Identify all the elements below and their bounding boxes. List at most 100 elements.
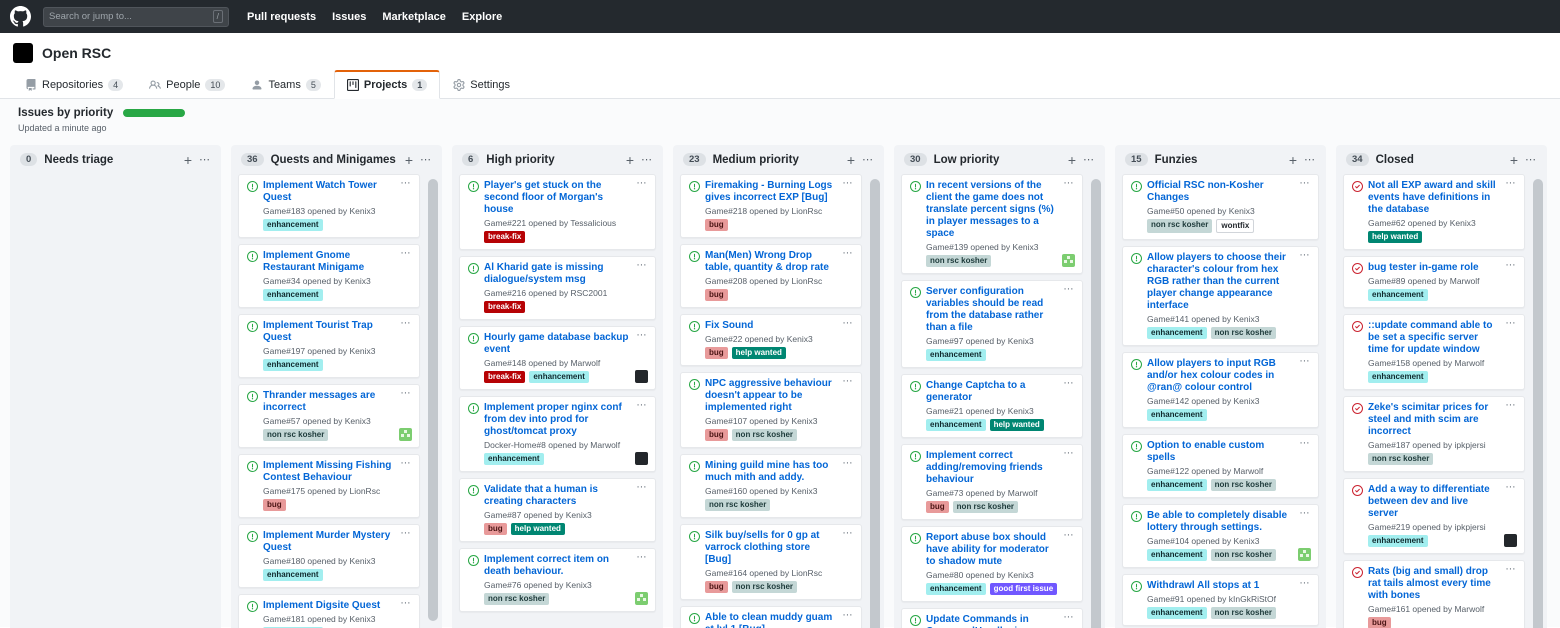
add-card-icon[interactable]: + <box>1289 154 1297 166</box>
tab-repositories[interactable]: Repositories 4 <box>12 71 136 99</box>
card-menu-icon[interactable]: ⋯ <box>1506 320 1517 328</box>
card-menu-icon[interactable]: ⋯ <box>637 180 648 188</box>
column-menu-icon[interactable]: ⋯ <box>641 153 653 166</box>
card-menu-icon[interactable]: ⋯ <box>1300 180 1311 188</box>
issue-card[interactable]: Implement Digsite Quest ⋯ Game#181 opene… <box>238 594 420 628</box>
issue-card[interactable]: Validate that a human is creating charac… <box>459 478 656 542</box>
issue-card[interactable]: Implement proper nginx conf from dev int… <box>459 396 656 472</box>
issue-title-link[interactable]: Silk buy/sells for 0 gp at varrock cloth… <box>705 530 838 566</box>
issue-card[interactable]: bug tester in-game role ⋯ Game#89 opened… <box>1343 256 1525 308</box>
issue-title-link[interactable]: Able to clean muddy guam at lvl 1 [Bug] <box>705 612 838 628</box>
issue-title-link[interactable]: Not all EXP award and skill events have … <box>1368 180 1501 216</box>
card-menu-icon[interactable]: ⋯ <box>843 460 854 468</box>
nav-marketplace[interactable]: Marketplace <box>382 11 446 23</box>
issue-title-link[interactable]: Implement proper nginx conf from dev int… <box>484 402 632 438</box>
issue-card[interactable]: ::update command able to be set a specif… <box>1343 314 1525 390</box>
issue-card[interactable]: Implement Murder Mystery Quest ⋯ Game#18… <box>238 524 420 588</box>
scrollbar-thumb[interactable] <box>870 179 880 628</box>
card-menu-icon[interactable]: ⋯ <box>1064 286 1075 294</box>
issue-card[interactable]: Firemaking - Burning Logs gives incorrec… <box>680 174 862 238</box>
card-menu-icon[interactable]: ⋯ <box>1506 262 1517 270</box>
column-menu-icon[interactable]: ⋯ <box>1525 153 1537 166</box>
issue-card[interactable]: Implement Missing Fishing Contest Behavi… <box>238 454 420 518</box>
card-menu-icon[interactable]: ⋯ <box>637 262 648 270</box>
issue-title-link[interactable]: bug tester in-game role <box>1368 262 1501 274</box>
card-menu-icon[interactable]: ⋯ <box>401 180 412 188</box>
issue-title-link[interactable]: Implement Gnome Restaurant Minigame <box>263 250 396 274</box>
card-menu-icon[interactable]: ⋯ <box>401 530 412 538</box>
issue-title-link[interactable]: Fix Sound <box>705 320 838 332</box>
issue-title-link[interactable]: Allow players to input RGB and/or hex co… <box>1147 358 1295 394</box>
issue-card[interactable]: NPC aggressive behaviour doesn't appear … <box>680 372 862 448</box>
issue-card[interactable]: Allow players to input RGB and/or hex co… <box>1122 352 1319 428</box>
issue-title-link[interactable]: Add a way to differentiate between dev a… <box>1368 484 1501 520</box>
card-menu-icon[interactable]: ⋯ <box>1064 614 1075 622</box>
card-menu-icon[interactable]: ⋯ <box>843 180 854 188</box>
card-menu-icon[interactable]: ⋯ <box>637 332 648 340</box>
issue-title-link[interactable]: Zeke's scimitar prices for steel and mit… <box>1368 402 1501 438</box>
issue-card[interactable]: In recent versions of the client the gam… <box>901 174 1083 274</box>
issue-card[interactable]: Rats (big and small) drop rat tails almo… <box>1343 560 1525 628</box>
issue-card[interactable]: Man(Men) Wrong Drop table, quantity & dr… <box>680 244 862 308</box>
issue-title-link[interactable]: ::update command able to be set a specif… <box>1368 320 1501 356</box>
issue-card[interactable]: Not all EXP award and skill events have … <box>1343 174 1525 250</box>
issue-title-link[interactable]: Option to enable custom spells <box>1147 440 1295 464</box>
issue-card[interactable]: Server configuration variables should be… <box>901 280 1083 368</box>
issue-card[interactable]: Fix Sound ⋯ Game#22 opened by Kenix3 bug… <box>680 314 862 366</box>
issue-title-link[interactable]: Allow players to choose their character'… <box>1147 252 1295 312</box>
card-menu-icon[interactable]: ⋯ <box>1300 252 1311 260</box>
add-card-icon[interactable]: + <box>847 154 855 166</box>
card-menu-icon[interactable]: ⋯ <box>1506 566 1517 574</box>
issue-card[interactable]: Allow players to choose their character'… <box>1122 246 1319 346</box>
issue-card[interactable]: Player's get stuck on the second floor o… <box>459 174 656 250</box>
issue-card[interactable]: Thrander messages are incorrect ⋯ Game#5… <box>238 384 420 448</box>
card-menu-icon[interactable]: ⋯ <box>1064 180 1075 188</box>
scrollbar-thumb[interactable] <box>428 179 438 621</box>
issue-card[interactable]: Able to clean muddy guam at lvl 1 [Bug] … <box>680 606 862 628</box>
issue-title-link[interactable]: Hourly game database backup event <box>484 332 632 356</box>
column-menu-icon[interactable]: ⋯ <box>1304 153 1316 166</box>
issue-title-link[interactable]: Implement correct item on death behaviou… <box>484 554 632 578</box>
issue-card[interactable]: Implement correct adding/removing friend… <box>901 444 1083 520</box>
issue-title-link[interactable]: Validate that a human is creating charac… <box>484 484 632 508</box>
issue-card[interactable]: Update Commands in CommandHandler.java ⋯… <box>901 608 1083 628</box>
card-menu-icon[interactable]: ⋯ <box>401 320 412 328</box>
issue-title-link[interactable]: Change Captcha to a generator <box>926 380 1059 404</box>
issue-card[interactable]: Silk buy/sells for 0 gp at varrock cloth… <box>680 524 862 600</box>
card-menu-icon[interactable]: ⋯ <box>1300 440 1311 448</box>
card-menu-icon[interactable]: ⋯ <box>1300 358 1311 366</box>
issue-title-link[interactable]: Withdrawl All stops at 1 <box>1147 580 1295 592</box>
card-menu-icon[interactable]: ⋯ <box>1506 484 1517 492</box>
issue-title-link[interactable]: Implement Tourist Trap Quest <box>263 320 396 344</box>
issue-card[interactable]: Implement Gnome Restaurant Minigame ⋯ Ga… <box>238 244 420 308</box>
issue-card[interactable]: Report abuse box should have ability for… <box>901 526 1083 602</box>
issue-card[interactable]: Add a way to differentiate between dev a… <box>1343 478 1525 554</box>
column-menu-icon[interactable]: ⋯ <box>420 153 432 166</box>
card-menu-icon[interactable]: ⋯ <box>1300 510 1311 518</box>
issue-card[interactable]: Hourly game database backup event ⋯ Game… <box>459 326 656 390</box>
issue-card[interactable]: Implement correct item on death behaviou… <box>459 548 656 612</box>
column-menu-icon[interactable]: ⋯ <box>199 153 211 166</box>
issue-card[interactable]: Mining guild mine has too much mith and … <box>680 454 862 518</box>
issue-title-link[interactable]: Man(Men) Wrong Drop table, quantity & dr… <box>705 250 838 274</box>
card-menu-icon[interactable]: ⋯ <box>637 554 648 562</box>
issue-title-link[interactable]: Report abuse box should have ability for… <box>926 532 1059 568</box>
card-menu-icon[interactable]: ⋯ <box>401 250 412 258</box>
nav-pull-requests[interactable]: Pull requests <box>247 11 316 23</box>
card-menu-icon[interactable]: ⋯ <box>401 600 412 608</box>
global-search[interactable]: / <box>43 7 229 27</box>
search-input[interactable] <box>49 11 209 22</box>
add-card-icon[interactable]: + <box>184 154 192 166</box>
card-menu-icon[interactable]: ⋯ <box>401 390 412 398</box>
issue-title-link[interactable]: In recent versions of the client the gam… <box>926 180 1059 240</box>
tab-people[interactable]: People 10 <box>136 71 238 99</box>
issue-title-link[interactable]: Implement Digsite Quest <box>263 600 396 612</box>
add-card-icon[interactable]: + <box>1510 154 1518 166</box>
scrollbar-thumb[interactable] <box>1091 179 1101 628</box>
column-menu-icon[interactable]: ⋯ <box>1083 153 1095 166</box>
card-menu-icon[interactable]: ⋯ <box>843 612 854 620</box>
tab-projects[interactable]: Projects 1 <box>334 70 440 99</box>
issue-title-link[interactable]: Official RSC non-Kosher Changes <box>1147 180 1295 204</box>
card-menu-icon[interactable]: ⋯ <box>1064 532 1075 540</box>
issue-card[interactable]: Implement Tourist Trap Quest ⋯ Game#197 … <box>238 314 420 378</box>
